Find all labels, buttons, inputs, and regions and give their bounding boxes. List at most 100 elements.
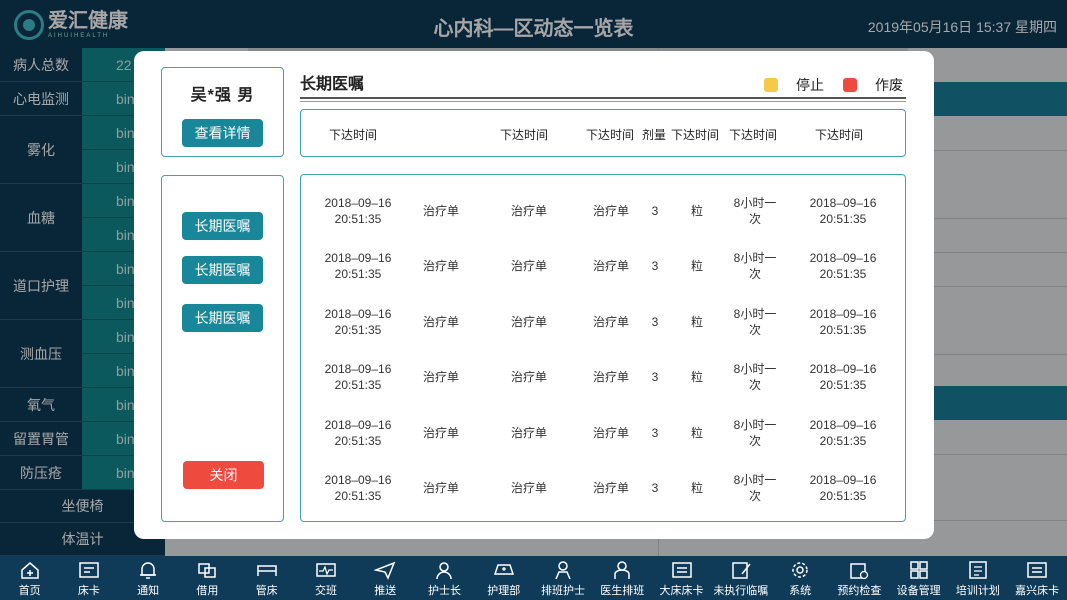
column-header: 剂量 <box>642 128 667 142</box>
nav-label: 通知 <box>137 585 160 597</box>
large-bed-card-icon <box>671 560 693 580</box>
table-cell: 20:51:35 <box>819 212 867 226</box>
home-icon <box>19 560 41 580</box>
table-cell: 2018–09–16 <box>324 418 392 432</box>
legend-voided: 作废 <box>843 75 903 95</box>
table-cell: 20:51:35 <box>819 323 867 337</box>
nav-item[interactable]: 首页 <box>0 556 59 600</box>
table-cell: 2018–09–16 <box>809 196 877 210</box>
nurse-schedule-icon <box>552 560 574 580</box>
nav-item[interactable]: 床卡 <box>59 556 118 600</box>
orders-table: 2018–09–16 20:51:35 治疗单 治疗单 治疗单 3 粒 8小时一次 2018–0… <box>300 174 906 522</box>
nav-item[interactable]: 未执行临嘱 <box>711 556 770 600</box>
nav-label: 嘉兴床卡 <box>1015 585 1060 597</box>
long-term-order-button[interactable]: 长期医嘱 <box>182 304 263 332</box>
table-cell: 治疗单 <box>422 315 459 329</box>
table-cell: 治疗单 <box>510 204 547 218</box>
nav-label: 培训计划 <box>955 585 1000 597</box>
nav-item[interactable]: 护理部 <box>474 556 533 600</box>
table-cell: 粒 <box>690 204 703 218</box>
nav-label: 排班护士 <box>541 585 586 597</box>
table-cell: 8小时一 <box>733 473 777 487</box>
table-cell: 治疗单 <box>422 481 459 495</box>
table-cell: 20:51:35 <box>334 212 382 226</box>
gear-icon <box>789 560 811 580</box>
table-cell: 治疗单 <box>592 204 629 218</box>
nav-label: 借用 <box>196 585 219 597</box>
table-cell: 20:51:35 <box>819 434 867 448</box>
view-details-button[interactable]: 查看详情 <box>182 119 263 147</box>
nav-item[interactable]: 培训计划 <box>948 556 1007 600</box>
bell-icon <box>137 560 159 580</box>
table-cell: 治疗单 <box>422 204 459 218</box>
title-divider <box>300 97 906 99</box>
table-row[interactable]: 2018–09–16 20:51:35 治疗单 治疗单 治疗单 3 粒 8小时一次 2018–0… <box>301 187 905 242</box>
nav-item[interactable]: 护士长 <box>415 556 474 600</box>
table-cell: 20:51:35 <box>334 434 382 448</box>
nav-item[interactable]: 设备管理 <box>889 556 948 600</box>
table-row[interactable]: 2018–09–16 20:51:35 治疗单 治疗单 治疗单 3 粒 8小时一次 2018–0… <box>301 242 905 297</box>
table-cell: 治疗单 <box>510 481 547 495</box>
send-icon <box>374 560 396 580</box>
patient-info-panel: 吴*强 男 查看详情 <box>161 67 284 157</box>
table-row[interactable]: 2018–09–16 20:51:35 治疗单 治疗单 治疗单 3 粒 8小时一次 2018–0… <box>301 409 905 464</box>
table-row[interactable]: 2018–09–16 20:51:35 治疗单 治疗单 治疗单 3 粒 8小时一次 2018–0… <box>301 298 905 353</box>
table-cell: 治疗单 <box>510 370 547 384</box>
nav-label: 护士长 <box>427 585 461 597</box>
nav-label: 护理部 <box>487 585 521 597</box>
borrow-icon <box>196 560 218 580</box>
nav-item[interactable]: 通知 <box>119 556 178 600</box>
close-button[interactable]: 关闭 <box>183 461 264 489</box>
table-cell: 次 <box>748 434 761 448</box>
order-type-panel: 长期医嘱 长期医嘱 长期医嘱 关闭 <box>161 175 284 522</box>
table-cell: 20:51:35 <box>334 267 382 281</box>
nav-item[interactable]: 借用 <box>178 556 237 600</box>
table-cell: 20:51:35 <box>819 378 867 392</box>
nav-item[interactable]: 管床 <box>237 556 296 600</box>
long-term-order-button[interactable]: 长期医嘱 <box>182 256 263 284</box>
column-header: 下达时间 <box>671 128 720 142</box>
column-header: 下达时间 <box>500 128 549 142</box>
long-term-order-button[interactable]: 长期医嘱 <box>182 212 263 240</box>
nav-item[interactable]: 排班护士 <box>533 556 592 600</box>
table-cell: 粒 <box>690 481 703 495</box>
nav-item[interactable]: 嘉兴床卡 <box>1008 556 1067 600</box>
table-cell: 粒 <box>690 370 703 384</box>
nursing-cap-icon <box>493 560 515 580</box>
nav-label: 系统 <box>789 585 812 597</box>
table-cell: 3 <box>651 426 659 440</box>
nav-item[interactable]: 大床床卡 <box>652 556 711 600</box>
table-cell: 治疗单 <box>592 426 629 440</box>
table-cell: 次 <box>748 323 761 337</box>
table-cell: 3 <box>651 370 659 384</box>
jiaxing-bed-card-icon <box>1026 560 1048 580</box>
nav-item[interactable]: 交班 <box>296 556 355 600</box>
pending-order-icon <box>730 560 752 580</box>
stopped-swatch-icon <box>764 78 778 92</box>
table-row[interactable]: 2018–09–16 20:51:35 治疗单 治疗单 治疗单 3 粒 8小时一次 2018–0… <box>301 353 905 408</box>
voided-swatch-icon <box>843 78 857 92</box>
nav-label: 医生排班 <box>600 585 645 597</box>
section-title: 长期医嘱 <box>300 76 365 93</box>
table-cell: 治疗单 <box>592 370 629 384</box>
table-cell: 治疗单 <box>422 259 459 273</box>
nav-item[interactable]: 医生排班 <box>593 556 652 600</box>
nav-item[interactable]: 预约检查 <box>830 556 889 600</box>
bed-icon <box>256 560 278 580</box>
nav-label: 管床 <box>255 585 278 597</box>
nav-item[interactable]: 系统 <box>770 556 829 600</box>
table-cell: 2018–09–16 <box>324 196 392 210</box>
table-cell: 2018–09–16 <box>324 251 392 265</box>
table-cell: 2018–09–16 <box>809 362 877 376</box>
table-cell: 治疗单 <box>592 315 629 329</box>
table-row[interactable]: 2018–09–16 20:51:35 治疗单 治疗单 治疗单 3 粒 8小时一次 2018–0… <box>301 464 905 519</box>
table-cell: 2018–09–16 <box>809 418 877 432</box>
nav-item[interactable]: 推送 <box>356 556 415 600</box>
nav-label: 大床床卡 <box>659 585 704 597</box>
legend-label: 作废 <box>875 77 903 93</box>
table-cell: 8小时一 <box>733 418 777 432</box>
table-header: 下达时间 下达时间 下达时间 剂量 下达时间 下达时间 下达时间 <box>300 109 906 157</box>
table-cell: 20:51:35 <box>819 267 867 281</box>
table-cell: 20:51:35 <box>334 378 382 392</box>
column-header: 下达时间 <box>586 128 635 142</box>
